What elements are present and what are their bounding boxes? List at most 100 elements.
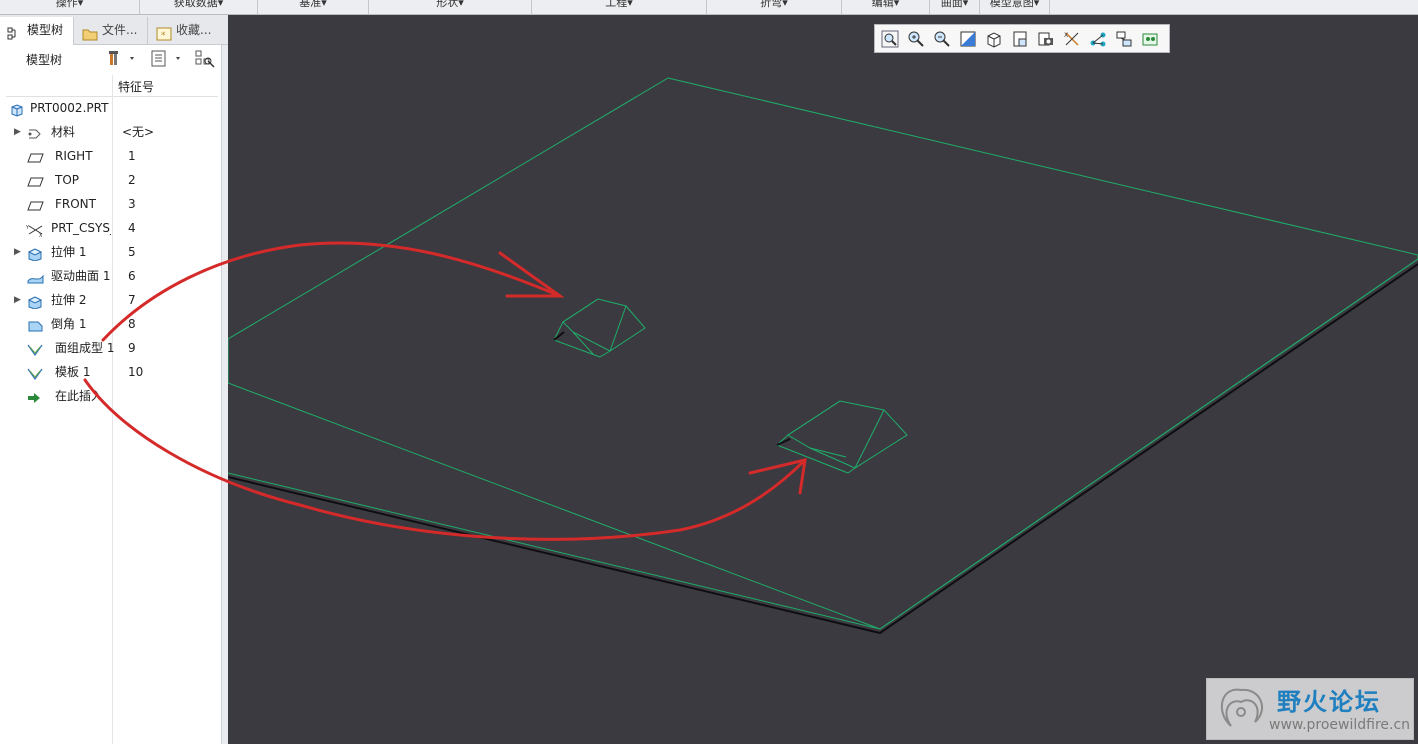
tree-item-feature-id: 10 — [128, 365, 144, 379]
svg-text:X: X — [1064, 32, 1068, 39]
ribbon-group-editing[interactable]: 编辑▾ — [842, 0, 930, 14]
expand-arrow-icon[interactable]: ▶ — [14, 288, 21, 312]
tab-model-tree[interactable]: 模型树 — [0, 17, 74, 45]
tree-item-feature-id: 9 — [128, 341, 136, 355]
ribbon-group-bend[interactable]: 折弯▾ — [707, 0, 842, 14]
tab-model-tree-label: 模型树 — [27, 23, 64, 37]
tools-icon[interactable] — [108, 49, 138, 69]
chamfer-icon — [26, 317, 46, 332]
folder-icon — [82, 24, 98, 40]
form-feature-1 — [553, 298, 646, 358]
tree-item-top[interactable]: TOP 2 — [6, 168, 218, 192]
material-icon — [26, 125, 46, 139]
tree-item-label: 拉伸 2 — [51, 293, 87, 307]
tree-item-item-12[interactable]: 在此插入 — [6, 384, 218, 408]
model-geometry — [228, 77, 1418, 635]
zoom-in-icon[interactable] — [906, 29, 926, 49]
tree-item-feature-id: 6 — [128, 269, 136, 283]
form-icon — [26, 341, 46, 357]
insert-here-arrow-icon — [26, 389, 46, 403]
sheet-top-face — [228, 77, 1418, 630]
tree-item-label: FRONT — [55, 197, 96, 211]
extrude-icon — [26, 245, 46, 262]
ribbon-group-shapes[interactable]: 形状▾ — [369, 0, 532, 14]
form-icon — [26, 365, 46, 381]
tree-item-label: 拉伸 1 — [51, 245, 87, 259]
favorites-icon: * — [156, 24, 172, 41]
part-icon — [10, 101, 30, 117]
form-feature-2 — [776, 400, 908, 474]
model-tree-title: 模型树 — [26, 53, 63, 67]
extrude-icon — [26, 293, 46, 310]
tree-item-feature-id: 3 — [128, 197, 136, 211]
tree-item-feature-id: 5 — [128, 245, 136, 259]
tab-folder-browser[interactable]: 文件... — [76, 17, 148, 44]
tree-item-feature-id: 1 — [128, 149, 136, 163]
tree-item-label: 面组成型 1 — [55, 341, 115, 355]
driving-surface-icon — [26, 269, 46, 284]
datum-plane-icon — [26, 197, 46, 211]
datum-plane-icon — [26, 149, 46, 163]
tree-item-feature-id: 8 — [128, 317, 136, 331]
tree-item-feature-id: <无> — [122, 125, 155, 139]
tab-favorites[interactable]: * 收藏... — [150, 17, 222, 44]
ribbon-group-operations[interactable]: 操作▾ — [0, 0, 140, 14]
ribbon-group-surfaces[interactable]: 曲面▾ — [930, 0, 980, 14]
tree-item-feature-id: 2 — [128, 173, 136, 187]
sheet-front-edge — [228, 258, 1418, 630]
graphics-toolbar: X — [874, 24, 1170, 53]
svg-text:*: * — [161, 31, 166, 41]
tab-favorites-label: 收藏... — [176, 23, 212, 37]
tree-item-1[interactable]: ▶ 拉伸 1 5 — [6, 240, 218, 264]
ribbon-group-model-intent[interactable]: 模型意图▾ — [980, 0, 1050, 14]
zoom-out-icon[interactable] — [932, 29, 952, 49]
column-header-feature-id[interactable]: 特征号 — [118, 78, 154, 95]
tree-item-front[interactable]: FRONT 3 — [6, 192, 218, 216]
appearance-icon[interactable] — [1140, 29, 1160, 49]
tree-item-2[interactable]: ▶ 拉伸 2 7 — [6, 288, 218, 312]
annotation-display-icon[interactable] — [1114, 29, 1134, 49]
tree-item-feature-id: 7 — [128, 293, 136, 307]
tree-item-label: 倒角 1 — [51, 317, 87, 331]
tree-item-right[interactable]: RIGHT 1 — [6, 144, 218, 168]
tree-root-part[interactable]: PRT0002.PRT — [6, 96, 218, 120]
datum-display-icon[interactable]: X — [1062, 29, 1082, 49]
tree-item-label: PRT_CSYS_ — [51, 221, 111, 235]
ribbon-group-datum[interactable]: 基准▾ — [258, 0, 369, 14]
show-list-icon[interactable] — [150, 49, 186, 69]
tree-item-label: 材料 — [51, 125, 76, 139]
tree-item-1[interactable]: 模板 1 10 — [6, 360, 218, 384]
watermark-url: www.proewildfire.cn — [1269, 717, 1411, 733]
expand-arrow-icon[interactable]: ▶ — [14, 120, 21, 144]
tree-item-1[interactable]: 倒角 1 8 — [6, 312, 218, 336]
view-manager-icon[interactable] — [1036, 29, 1056, 49]
tree-item-label: 在此插入 — [55, 389, 104, 403]
tree-item-label: 模板 1 — [55, 365, 91, 379]
svg-text:X: X — [39, 233, 43, 237]
tree-root-label: PRT0002.PRT — [30, 101, 109, 115]
ribbon-group-get-data[interactable]: 获取数据▾ — [140, 0, 258, 14]
ribbon-group-bar: 操作▾ 获取数据▾ 基准▾ 形状▾ 工程▾ 折弯▾ 编辑▾ 曲面▾ 模型意图▾ — [0, 0, 1418, 15]
tree-item-item-1[interactable]: ▶ 材料 <无> — [6, 120, 218, 144]
watermark-logo — [1221, 688, 1263, 727]
refit-icon[interactable] — [880, 29, 900, 49]
repaint-icon[interactable] — [958, 29, 978, 49]
tree-item-label: 驱动曲面 1( — [51, 269, 111, 283]
saved-views-icon[interactable] — [1010, 29, 1030, 49]
graphics-viewport[interactable] — [228, 15, 1418, 744]
ribbon-group-engineering[interactable]: 工程▾ — [532, 0, 707, 14]
spin-center-icon[interactable] — [1088, 29, 1108, 49]
tree-item-label: RIGHT — [55, 149, 93, 163]
tree-item-feature-id: 4 — [128, 221, 136, 235]
tree-item-label: TOP — [55, 173, 80, 187]
tree-item-prt-csys[interactable]: Y X PRT_CSYS_ 4 — [6, 216, 218, 240]
navigator-panel: 模型树 文件... * 收藏... 模型树 特征号 PRT0002.PRT ▶ 材料… — [0, 15, 229, 744]
tree-item-1[interactable]: 驱动曲面 1( 6 — [6, 264, 218, 288]
model-tree-icon — [7, 24, 23, 39]
tree-filter-icon[interactable] — [194, 49, 218, 69]
tree-item-1[interactable]: 面组成型 1 9 — [6, 336, 218, 360]
csys-icon: YX — [25, 221, 46, 239]
display-style-icon[interactable] — [984, 29, 1004, 49]
expand-arrow-icon[interactable]: ▶ — [14, 240, 21, 264]
datum-plane-icon — [26, 173, 46, 187]
